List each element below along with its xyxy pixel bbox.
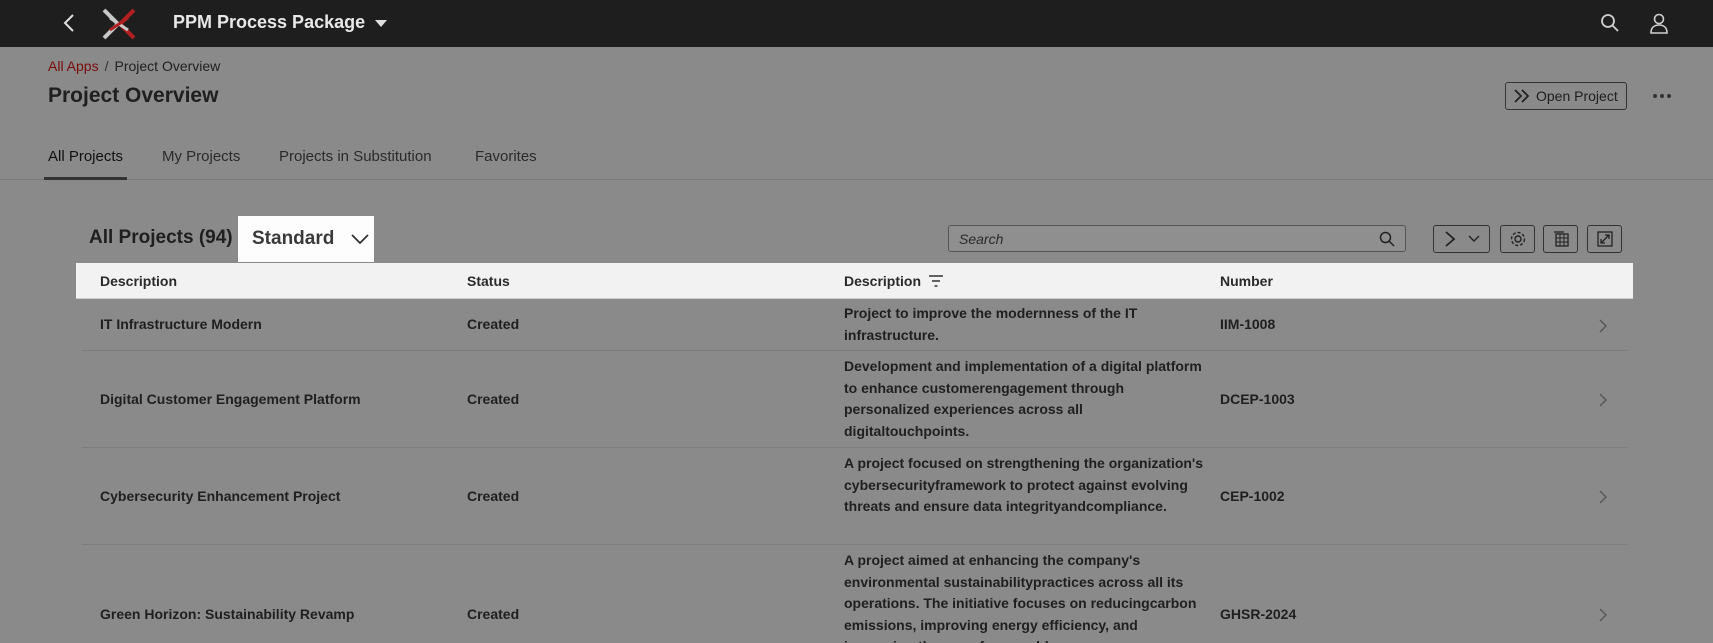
- tab-bar: All Projects My Projects Projects in Sub…: [0, 140, 1713, 180]
- user-icon[interactable]: [1648, 12, 1670, 34]
- table-row[interactable]: Cybersecurity Enhancement Project Create…: [82, 449, 1627, 545]
- table-row[interactable]: IT Infrastructure Modern Created Project…: [82, 300, 1627, 351]
- column-header-number[interactable]: Number: [1220, 273, 1273, 289]
- tab-projects-in-substitution[interactable]: Projects in Substitution: [279, 148, 432, 180]
- dot-icon: [1660, 94, 1664, 98]
- table-row[interactable]: Digital Customer Engagement Platform Cre…: [82, 352, 1627, 448]
- cell-long-description: Development and implementation of a digi…: [844, 358, 1202, 439]
- cell-long-description: A project aimed at enhancing the company…: [844, 552, 1197, 643]
- navigation-menu-button[interactable]: [1433, 225, 1490, 253]
- cell-number: DCEP-1003: [1220, 391, 1295, 407]
- search-input[interactable]: [959, 230, 1379, 247]
- brand-logo[interactable]: [98, 4, 140, 44]
- chevron-right-icon: [1599, 319, 1607, 333]
- filter-icon: [929, 275, 944, 287]
- dot-icon: [1667, 94, 1671, 98]
- cell-status: Created: [467, 606, 520, 622]
- page-title: Project Overview: [48, 84, 219, 107]
- breadcrumb-link-all-apps[interactable]: All Apps: [48, 58, 99, 74]
- cell-long-description: Project to improve the modernness of the…: [844, 305, 1138, 343]
- fullscreen-button[interactable]: [1587, 225, 1622, 253]
- chevron-right-icon: [1599, 608, 1607, 622]
- tab-favorites[interactable]: Favorites: [475, 148, 537, 180]
- column-header-status[interactable]: Status: [467, 273, 510, 289]
- variant-label: Standard: [252, 228, 335, 249]
- app-title-menu[interactable]: PPM Process Package: [173, 12, 388, 33]
- chevron-left-icon: [63, 14, 74, 32]
- breadcrumb-separator: /: [104, 58, 109, 74]
- cell-description: Cybersecurity Enhancement Project: [100, 488, 341, 504]
- table-title: All Projects (94): [89, 227, 233, 248]
- back-button[interactable]: [58, 12, 80, 34]
- cell-status: Created: [467, 391, 520, 407]
- cell-number: IIM-1008: [1220, 316, 1276, 332]
- breadcrumb: All Apps / Project Overview: [48, 58, 220, 74]
- tab-my-projects[interactable]: My Projects: [162, 148, 240, 180]
- variant-selector[interactable]: Standard: [238, 216, 374, 262]
- cell-number: GHSR-2024: [1220, 606, 1297, 622]
- search-icon[interactable]: [1379, 231, 1395, 247]
- dot-icon: [1653, 94, 1657, 98]
- chevron-right-icon: [1599, 490, 1607, 504]
- shell-bar: PPM Process Package: [0, 0, 1713, 47]
- settings-button[interactable]: [1500, 225, 1535, 253]
- cell-status: Created: [467, 316, 520, 332]
- table-header: Description Status Description Number: [76, 263, 1633, 299]
- cell-status: Created: [467, 488, 520, 504]
- open-project-label: Open Project: [1536, 88, 1618, 104]
- column-header-long-description[interactable]: Description: [844, 273, 944, 289]
- cell-long-description: A project focused on strengthening the o…: [844, 455, 1204, 514]
- export-button[interactable]: [1543, 225, 1578, 253]
- gear-icon: [1510, 231, 1525, 247]
- more-options-button[interactable]: [1648, 86, 1676, 106]
- chevron-right-icon: [1444, 231, 1455, 247]
- chevron-down-icon: [1468, 235, 1479, 242]
- open-project-button[interactable]: Open Project: [1505, 82, 1627, 110]
- column-header-description[interactable]: Description: [100, 273, 177, 289]
- fullscreen-icon: [1596, 231, 1613, 247]
- search-icon[interactable]: [1600, 13, 1620, 33]
- double-chevron-right-icon: [1514, 89, 1530, 103]
- search-field[interactable]: [948, 225, 1406, 252]
- cell-description: Green Horizon: Sustainability Revamp: [100, 606, 355, 622]
- spreadsheet-icon: [1553, 231, 1569, 247]
- app-title: PPM Process Package: [173, 12, 366, 32]
- table-row[interactable]: Green Horizon: Sustainability Revamp Cre…: [82, 546, 1627, 643]
- chevron-down-icon: [351, 234, 369, 245]
- cell-number: CEP-1002: [1220, 488, 1285, 504]
- cell-description: Digital Customer Engagement Platform: [100, 391, 361, 407]
- chevron-right-icon: [1599, 393, 1607, 407]
- caret-down-icon: [375, 20, 388, 27]
- cell-description: IT Infrastructure Modern: [100, 316, 262, 332]
- tab-all-projects[interactable]: All Projects: [43, 148, 128, 180]
- breadcrumb-current: Project Overview: [114, 58, 221, 74]
